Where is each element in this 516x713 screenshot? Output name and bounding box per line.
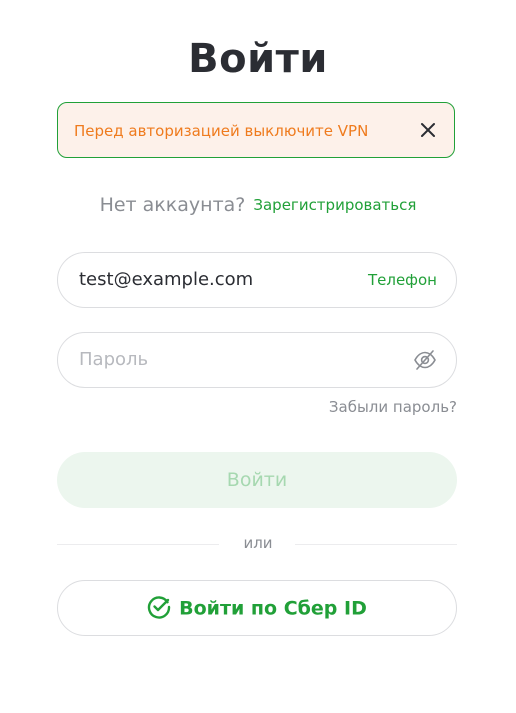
page-title: Войти (188, 36, 328, 82)
password-field[interactable]: Пароль (57, 332, 457, 388)
login-button[interactable]: Войти (57, 452, 457, 508)
forgot-password-link[interactable]: Забыли пароль? (329, 398, 457, 416)
signup-question: Нет аккаунта? (99, 194, 246, 216)
register-link[interactable]: Зарегистрироваться (253, 196, 416, 214)
sber-logo-icon (147, 595, 171, 619)
password-placeholder[interactable]: Пароль (79, 333, 148, 387)
vpn-alert: Перед авторизацией выключите VPN (57, 102, 455, 158)
divider-right (295, 544, 457, 545)
alert-text: Перед авторизацией выключите VPN (74, 122, 369, 140)
signup-prompt: Нет аккаунта? Зарегистрироваться (0, 194, 516, 216)
email-value[interactable]: test@example.com (79, 253, 253, 307)
close-icon[interactable] (418, 120, 438, 140)
sber-id-button[interactable]: Войти по Сбер ID (57, 580, 457, 636)
sber-id-label: Войти по Сбер ID (179, 597, 367, 620)
eye-off-icon[interactable] (413, 349, 437, 371)
email-field[interactable]: test@example.com Телефон (57, 252, 457, 308)
or-label: или (243, 534, 273, 552)
phone-switch-link[interactable]: Телефон (368, 253, 437, 307)
